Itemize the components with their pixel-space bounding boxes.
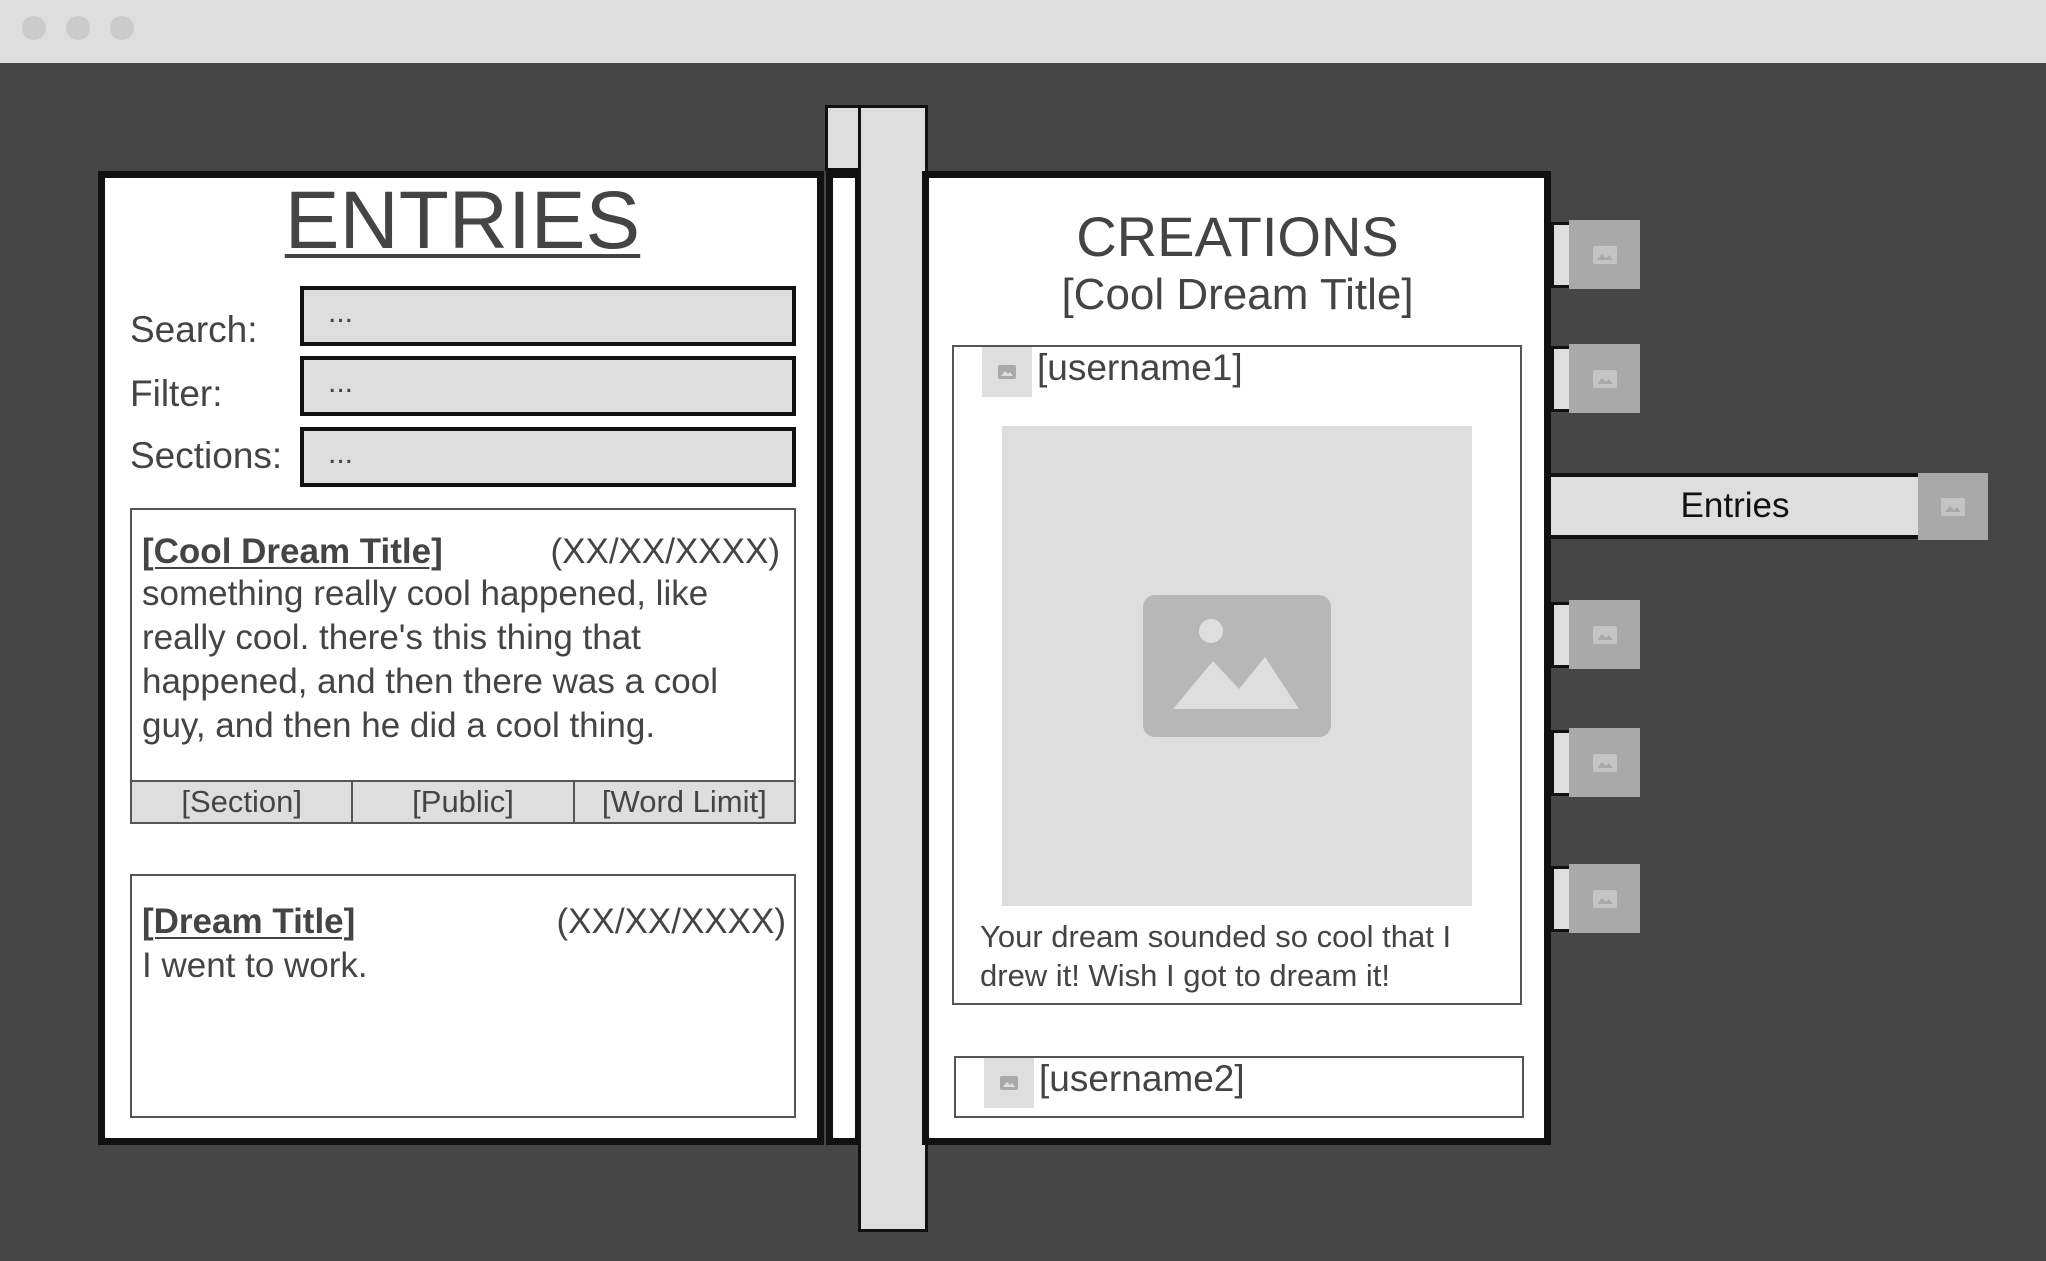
scrollbar[interactable] (858, 105, 928, 1232)
image-placeholder-icon (1592, 369, 1617, 388)
word-limit-tag[interactable]: [Word Limit] (574, 782, 794, 822)
image-placeholder-icon (1592, 889, 1617, 908)
image-placeholder-icon (1592, 625, 1617, 644)
filter-input[interactable]: ... (300, 356, 796, 416)
image-placeholder-icon (1592, 245, 1617, 264)
visibility-tag[interactable]: [Public] (353, 782, 575, 822)
side-tab-icon[interactable] (1569, 600, 1640, 669)
side-tab-stub[interactable] (1551, 866, 1571, 932)
image-placeholder-icon (1592, 753, 1617, 772)
creations-subtitle: [Cool Dream Title] (1061, 270, 1414, 319)
side-tab-stub[interactable] (1551, 222, 1571, 288)
entry-body: something really cool happened, like rea… (142, 574, 718, 745)
window-maximize-button[interactable] (110, 16, 134, 40)
filter-label: Filter: (130, 373, 223, 414)
image-placeholder-icon (998, 365, 1016, 379)
image-placeholder-icon (1000, 1076, 1018, 1090)
window-minimize-button[interactable] (66, 16, 90, 40)
entry-tag-row: [Section] [Public] [Word Limit] (132, 780, 794, 822)
window-titlebar (0, 0, 2046, 63)
creation-post[interactable]: [username2] (954, 1056, 1524, 1118)
entry-card[interactable]: [Cool Dream Title] (XX/XX/XXXX) somethin… (130, 508, 796, 824)
entry-date: (XX/XX/XXXX) (556, 902, 786, 941)
side-tab-stub[interactable] (1551, 730, 1571, 796)
creations-title: CREATIONS (1076, 205, 1399, 268)
side-tab-stub[interactable] (1551, 602, 1571, 668)
spine-page-edge (826, 171, 862, 1145)
side-tab-icon[interactable] (1918, 473, 1988, 540)
window-close-button[interactable] (22, 16, 46, 40)
side-tab-entries[interactable]: Entries (1551, 473, 1919, 539)
side-tab-icon[interactable] (1569, 864, 1640, 933)
image-placeholder-icon (1143, 595, 1331, 737)
section-tag[interactable]: [Section] (132, 782, 354, 822)
entry-title[interactable]: [Cool Dream Title] (142, 532, 443, 572)
avatar[interactable] (984, 1058, 1034, 1108)
entry-card[interactable]: [Dream Title] (XX/XX/XXXX) I went to wor… (130, 874, 796, 1118)
creation-image[interactable] (1002, 426, 1472, 906)
entry-title[interactable]: [Dream Title] (142, 902, 355, 942)
page-title: ENTRIES (284, 175, 641, 266)
creation-post[interactable]: [username1] Your dream sounded so cool t… (952, 345, 1522, 1005)
username[interactable]: [username1] (1037, 347, 1243, 389)
sections-input[interactable]: ... (300, 427, 796, 487)
entry-body: I went to work. (142, 946, 368, 985)
creation-caption: Your dream sounded so cool that I drew i… (980, 919, 1452, 993)
side-tab-icon[interactable] (1569, 220, 1640, 289)
username[interactable]: [username2] (1039, 1058, 1245, 1100)
side-tab-icon[interactable] (1569, 344, 1640, 413)
side-tab-stub[interactable] (1551, 346, 1571, 412)
image-placeholder-icon (1941, 497, 1965, 516)
avatar[interactable] (982, 347, 1032, 397)
search-label: Search: (130, 309, 258, 350)
side-tab-icon[interactable] (1569, 728, 1640, 797)
search-input[interactable]: ... (300, 286, 796, 346)
sections-label: Sections: (130, 435, 283, 476)
entry-date: (XX/XX/XXXX) (550, 532, 780, 571)
